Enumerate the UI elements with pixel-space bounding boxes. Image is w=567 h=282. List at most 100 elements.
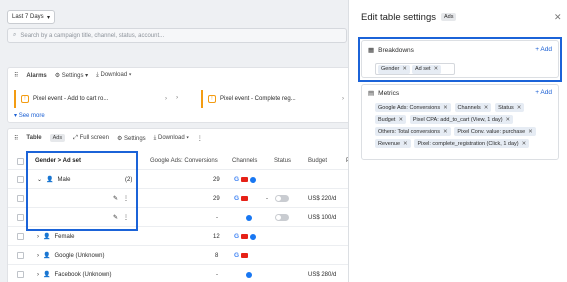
search-bar[interactable]: ⌕ Search by a campaign title, channel, s… — [7, 28, 347, 43]
row-budget: US$ 280/d — [308, 271, 337, 278]
chip-label: Budget — [378, 116, 396, 123]
row-checkbox[interactable] — [17, 214, 24, 221]
metric-chip[interactable]: Revenue ✕ — [375, 139, 411, 148]
alarms-card: ⠿ Alarms ⚙ Settings ▾ ⤓ Download ▾ ! Pix… — [7, 67, 352, 123]
alarm-item[interactable]: ! Pixel event - Complete reg... › — [201, 90, 349, 108]
row-conversions: 29 — [213, 176, 220, 183]
chip-label: Others: Total conversions — [378, 128, 440, 135]
alarms-title: Alarms — [26, 72, 47, 79]
search-input[interactable]: Search by a campaign title, channel, sta… — [20, 33, 164, 39]
alarms-settings-label: Settings — [61, 73, 84, 79]
alarms-settings-button[interactable]: ⚙ Settings ▾ — [55, 72, 88, 79]
remove-icon[interactable]: ✕ — [522, 141, 527, 147]
metric-chip[interactable]: Budget ✕ — [375, 115, 407, 124]
table-download-button[interactable]: ⤓ Download ▾ — [154, 135, 189, 142]
highlight-breakdowns — [358, 37, 562, 82]
row-conversions: - — [216, 271, 218, 278]
table-settings-label: Settings — [123, 135, 146, 142]
alarms-download-button[interactable]: ⤓ Download ▾ — [96, 72, 131, 79]
close-icon[interactable]: ✕ — [554, 12, 562, 23]
remove-icon[interactable]: ✕ — [403, 141, 408, 147]
table-row[interactable]: › 👤 Google (Unknown) 8 G — [8, 245, 353, 264]
col-header-budget[interactable]: Budget — [308, 153, 327, 169]
remove-icon[interactable]: ✕ — [484, 105, 489, 111]
facebook-icon — [250, 176, 257, 183]
youtube-icon — [241, 234, 249, 239]
alarms-header: ⠿ Alarms ⚙ Settings ▾ ⤓ Download ▾ — [14, 72, 131, 79]
select-all-checkbox[interactable] — [17, 153, 24, 169]
alarm-item[interactable]: ! Pixel event - Add to cart ro... › — [14, 90, 172, 108]
full-screen-button[interactable]: ⤢ Full screen — [73, 135, 109, 142]
remove-icon[interactable]: ✕ — [443, 105, 448, 111]
date-range-label: Last 7 Days — [12, 14, 44, 20]
row-conversions: 8 — [215, 252, 219, 259]
row-checkbox[interactable] — [17, 195, 24, 202]
remove-icon[interactable]: ✕ — [517, 105, 522, 111]
remove-icon[interactable]: ✕ — [506, 117, 511, 123]
table-header: ⠿ Table Ads ⤢ Full screen ⚙ Settings ⤓ D… — [14, 134, 203, 142]
row-budget: US$ 220/d — [308, 195, 337, 202]
google-icon: G — [234, 176, 240, 183]
chevron-right-icon[interactable]: › — [37, 253, 39, 259]
status-toggle[interactable] — [275, 214, 289, 221]
metrics-section: ▤ Metrics + Add Google Ads: Conversions ✕… — [361, 84, 559, 160]
chevron-down-icon: ▾ — [46, 14, 50, 21]
table-settings-button[interactable]: ⚙ Settings — [117, 135, 146, 142]
metric-chip[interactable]: Channels ✕ — [454, 103, 492, 112]
table-title: Table — [26, 135, 42, 141]
see-more-label: See more — [18, 113, 45, 119]
row-name: Female — [54, 233, 75, 240]
drag-handle-icon[interactable]: ⠿ — [14, 72, 18, 79]
remove-icon[interactable]: ✕ — [528, 129, 533, 135]
see-more-link[interactable]: ▾ See more — [14, 112, 45, 119]
youtube-icon — [241, 196, 249, 201]
chip-label: Pixel Conv. value: purchase — [457, 128, 526, 135]
metric-chip[interactable]: Pixel: complete_registration (Click, 1 d… — [414, 139, 530, 148]
row-checkbox[interactable] — [17, 271, 24, 278]
chevron-right-icon[interactable]: › — [37, 234, 39, 240]
user-icon: 👤 — [43, 253, 51, 259]
table-row[interactable]: › 👤 Facebook (Unknown) - US$ 280/d — [8, 264, 353, 282]
alarm-carousel-next-icon[interactable]: › — [176, 94, 178, 101]
table-badge: Ads — [49, 134, 66, 142]
col-header-status[interactable]: Status — [274, 153, 291, 169]
row-checkbox[interactable] — [17, 233, 24, 240]
alert-icon: ! — [208, 95, 216, 103]
date-range-select[interactable]: Last 7 Days ▾ — [7, 10, 55, 24]
facebook-icon — [246, 271, 252, 278]
metric-chip[interactable]: Google Ads: Conversions ✕ — [375, 103, 451, 112]
row-checkbox[interactable] — [17, 252, 24, 259]
chip-label: Status — [498, 104, 514, 111]
remove-icon[interactable]: ✕ — [443, 129, 448, 135]
highlight-gender-column — [26, 151, 138, 231]
user-icon: 👤 — [43, 272, 51, 278]
metric-chip[interactable]: Pixel Conv. value: purchase ✕ — [454, 127, 536, 136]
chip-label: Channels — [457, 104, 481, 111]
youtube-icon — [241, 177, 249, 182]
metric-chip[interactable]: Pixel CPA: add_to_cart (View, 1 day) ✕ — [409, 115, 514, 124]
metrics-title: Metrics — [378, 89, 400, 97]
metric-chip[interactable]: Others: Total conversions ✕ — [375, 127, 451, 136]
metric-chip-list: Google Ads: Conversions ✕ Channels ✕ Statu… — [375, 103, 557, 151]
chevron-right-icon[interactable]: › — [37, 272, 39, 278]
drag-handle-icon[interactable]: ⠿ — [14, 135, 18, 142]
chip-label: Pixel CPA: add_to_cart (View, 1 day) — [412, 116, 503, 123]
table-download-label: Download — [158, 134, 185, 141]
add-metric-button[interactable]: + Add — [535, 89, 552, 96]
chevron-right-icon: › — [165, 96, 167, 102]
metric-chip[interactable]: Status ✕ — [495, 103, 525, 112]
chip-label: Revenue — [378, 140, 401, 147]
status-toggle[interactable] — [275, 195, 289, 202]
alert-icon: ! — [21, 95, 29, 103]
chevron-right-icon: › — [342, 96, 344, 102]
row-conversions: 12 — [213, 233, 220, 240]
user-icon: 👤 — [43, 234, 51, 240]
remove-icon[interactable]: ✕ — [398, 117, 403, 123]
col-header-channels[interactable]: Channels — [232, 153, 257, 169]
row-conversions: - — [216, 214, 218, 221]
chip-label: Google Ads: Conversions — [378, 104, 441, 111]
col-header-conversions[interactable]: Google Ads: Conversions — [150, 153, 218, 169]
more-icon[interactable]: ⋮ — [197, 135, 203, 142]
google-icon: G — [234, 252, 240, 259]
row-checkbox[interactable] — [17, 176, 24, 183]
